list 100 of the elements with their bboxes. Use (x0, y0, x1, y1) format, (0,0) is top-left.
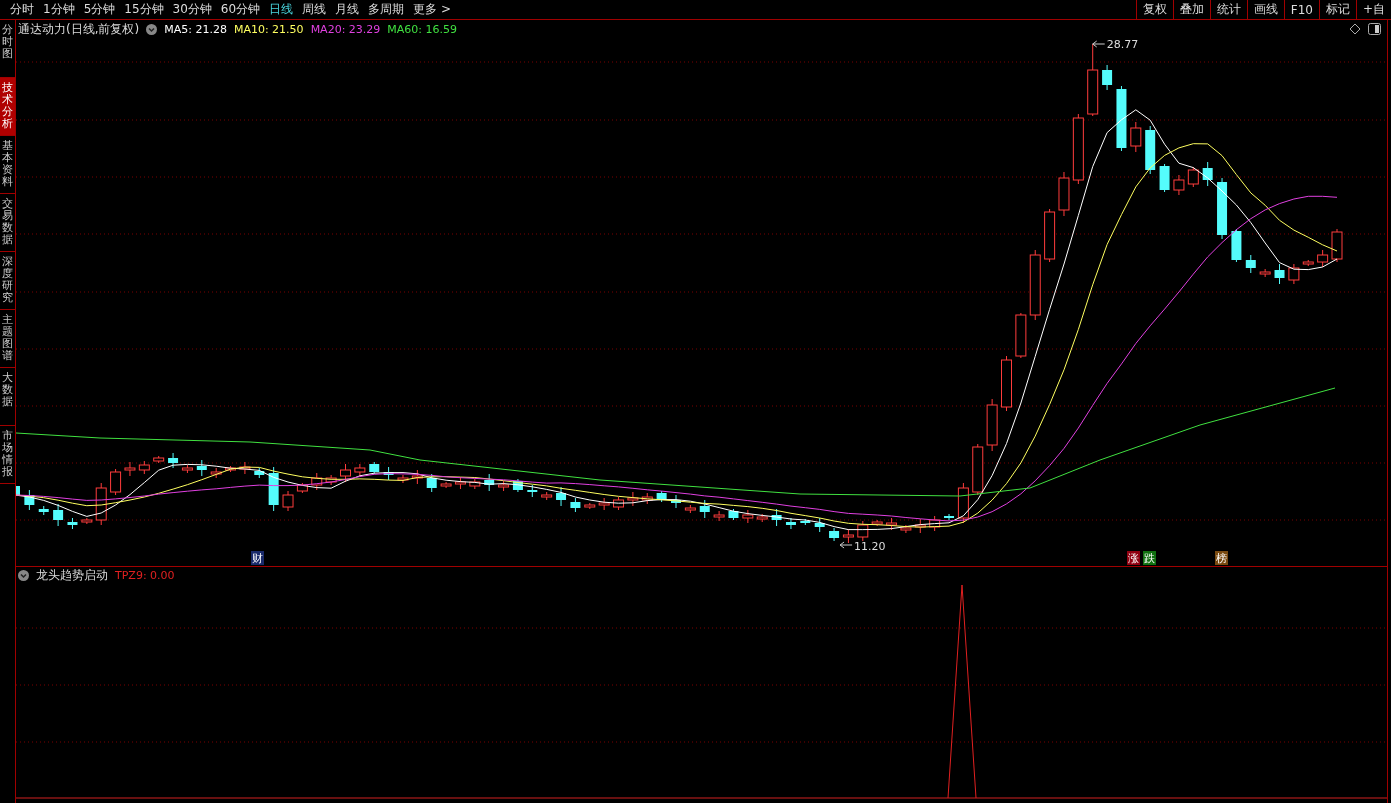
candlestick (613, 496, 624, 511)
event-marker[interactable]: 榜 (1215, 551, 1228, 565)
candlestick (656, 490, 667, 503)
candlestick (886, 517, 898, 531)
candlestick (225, 465, 237, 473)
dropdown-icon[interactable] (146, 23, 158, 35)
candlestick (541, 491, 553, 501)
candlestick (785, 517, 796, 530)
sidebar-tab[interactable]: 技术分析 (0, 78, 15, 136)
event-marker[interactable]: 财 (251, 551, 264, 565)
candlestick (296, 482, 308, 494)
candlestick (210, 467, 222, 479)
candlestick (239, 461, 251, 475)
candlestick (426, 473, 437, 493)
candlestick (1288, 263, 1300, 285)
candlestick (1130, 121, 1142, 153)
sidebar-tab[interactable]: 基本资料 (0, 136, 15, 194)
candlestick (1302, 259, 1314, 267)
candlestick (929, 515, 941, 532)
candlestick (1274, 263, 1285, 285)
candlestick (842, 528, 854, 544)
candlestick (641, 492, 653, 505)
candlestick (38, 505, 49, 516)
sidebar-tab[interactable]: 市场情报 (0, 426, 15, 484)
candlestick (742, 509, 754, 524)
candlestick (944, 513, 954, 521)
chart-title: 通达动力(日线,前复权) (18, 20, 140, 38)
period-tab[interactable]: 60分钟 (220, 1, 261, 18)
candlestick (699, 499, 710, 519)
candlestick (671, 494, 681, 509)
candlestick (627, 491, 639, 507)
candlestick (311, 472, 323, 491)
candlestick (124, 461, 136, 477)
candlestick (454, 476, 466, 490)
period-tab[interactable]: 30分钟 (172, 1, 212, 18)
period-tab[interactable]: 更多 > (413, 1, 451, 18)
candlestick (369, 461, 380, 475)
candlestick (1029, 249, 1041, 321)
candlestick (713, 510, 725, 522)
indicator-title: 龙头趋势启动 (36, 567, 108, 584)
candlestick (1331, 228, 1343, 263)
candlestick (440, 481, 452, 489)
candlestick (871, 519, 883, 527)
candlestick (168, 452, 179, 469)
candlestick (800, 518, 811, 526)
sidebar-tab[interactable]: 深度研究 (0, 252, 15, 310)
candlestick (1116, 85, 1127, 152)
event-marker[interactable]: 涨 (1127, 551, 1140, 565)
candlestick (684, 504, 696, 514)
candlestick (1187, 166, 1199, 188)
candlestick (1259, 268, 1271, 278)
candlestick (829, 527, 840, 542)
period-tab[interactable]: 多周期 (368, 1, 405, 18)
period-tab[interactable]: 月线 (335, 1, 360, 18)
candlestick (196, 459, 207, 477)
ma-reading: MA5: 21.28 (164, 22, 227, 36)
candlestick (1231, 228, 1242, 263)
candlestick (95, 482, 107, 526)
high-price-label: 28.77 (1092, 38, 1139, 51)
candlestick (67, 517, 78, 530)
candlestick (411, 469, 423, 485)
candlestick (1217, 177, 1228, 240)
candlestick (1015, 312, 1027, 359)
candlestick (1317, 249, 1329, 268)
candlestick (527, 484, 538, 498)
low-price-label: 11.20 (839, 540, 886, 553)
candlestick (1245, 254, 1256, 274)
candlestick (53, 503, 64, 527)
ma-reading: MA20: 23.29 (310, 22, 381, 36)
candlestick (1102, 64, 1113, 91)
candlestick (397, 474, 409, 484)
sidebar-tab[interactable]: 交易数据 (0, 194, 15, 252)
candlestick (1058, 171, 1070, 217)
candlestick (756, 513, 768, 523)
candlestick (857, 520, 869, 542)
candlestick (972, 443, 984, 496)
period-tab[interactable]: 15分钟 (124, 1, 164, 18)
candlestick (1044, 208, 1056, 263)
candlestick (354, 463, 366, 477)
candlestick (498, 480, 510, 492)
panel-icon[interactable] (1368, 23, 1381, 35)
dropdown-icon[interactable] (18, 570, 29, 581)
sidebar-tab[interactable]: 大数据 (0, 368, 15, 426)
candlestick (383, 466, 394, 481)
indicator-reading: TPZ9: 0.00 (115, 569, 175, 582)
candlestick (153, 455, 165, 464)
candlestick (900, 524, 912, 534)
period-tab[interactable]: 5分钟 (83, 1, 116, 18)
candlestick (1001, 355, 1012, 412)
ma-reading: MA60: 16.59 (387, 22, 458, 36)
period-tab[interactable]: 分时 (10, 1, 34, 18)
period-tab[interactable]: 1分钟 (43, 1, 75, 18)
candlestick (556, 486, 567, 507)
period-tab[interactable]: 周线 (302, 1, 327, 18)
diamond-icon[interactable] (1349, 23, 1361, 35)
candlestick (1202, 161, 1213, 187)
period-tab[interactable]: 日线 (269, 1, 294, 18)
candlestick (598, 497, 610, 511)
sidebar-tab[interactable]: 主题图谱 (0, 310, 15, 368)
event-marker[interactable]: 跌 (1143, 551, 1156, 565)
